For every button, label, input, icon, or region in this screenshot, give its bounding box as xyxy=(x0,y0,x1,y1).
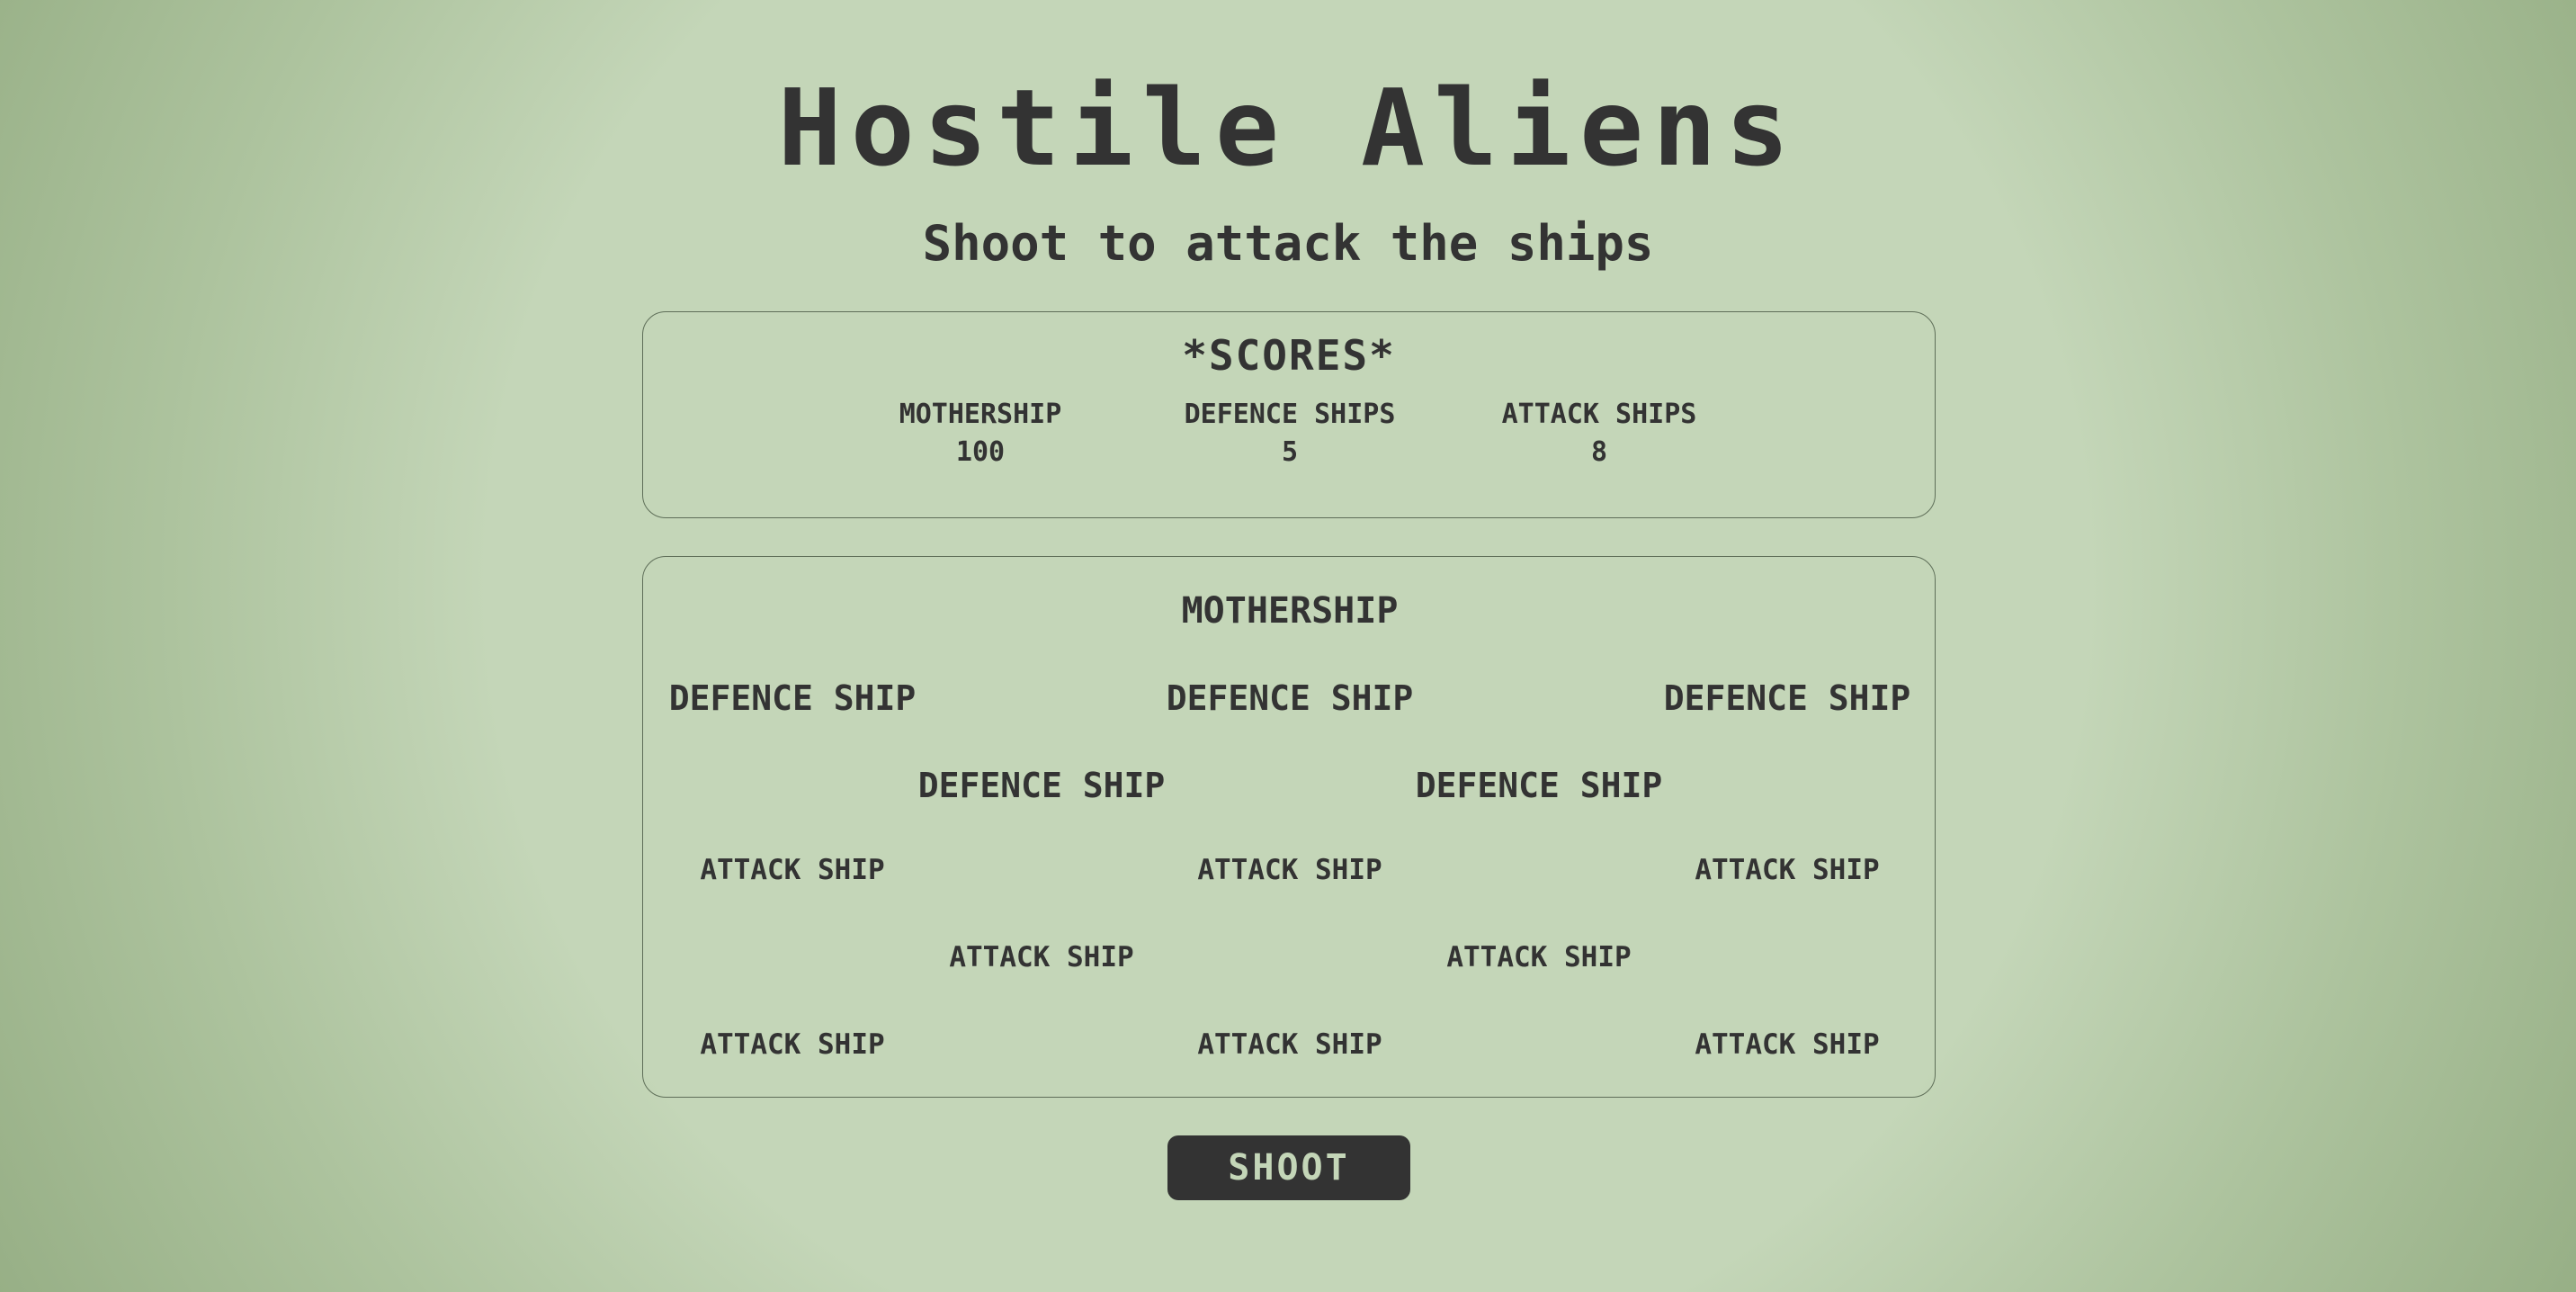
defence-ship[interactable]: DEFENCE SHIP xyxy=(918,766,1166,805)
defence-ship[interactable]: DEFENCE SHIP xyxy=(669,678,917,718)
defence-ship[interactable]: DEFENCE SHIP xyxy=(1167,678,1414,718)
attack-ship[interactable]: ATTACK SHIP xyxy=(1197,1028,1382,1061)
score-value: 5 xyxy=(1281,436,1299,468)
score-attack-ships: ATTACK SHIPS 8 xyxy=(1464,397,1734,472)
defence-ship[interactable]: DEFENCE SHIP xyxy=(1664,678,1911,718)
ships-panel: MOTHERSHIP DEFENCE SHIP DEFENCE SHIP DEF… xyxy=(642,556,1936,1098)
mothership[interactable]: MOTHERSHIP xyxy=(1182,590,1399,632)
score-value: 100 xyxy=(955,436,1006,468)
game-title: Hostile Aliens xyxy=(777,66,1799,190)
attack-ship[interactable]: ATTACK SHIP xyxy=(1695,854,1879,886)
defence-ship[interactable]: DEFENCE SHIP xyxy=(1416,766,1663,805)
attack-ship[interactable]: ATTACK SHIP xyxy=(700,854,884,886)
attack-ship[interactable]: ATTACK SHIP xyxy=(1446,941,1631,973)
score-mothership: MOTHERSHIP 100 xyxy=(845,397,1115,472)
score-label: MOTHERSHIP xyxy=(899,399,1062,430)
attack-ship[interactable]: ATTACK SHIP xyxy=(1695,1028,1879,1061)
scores-title: *SCORES* xyxy=(1182,331,1396,380)
attack-ship[interactable]: ATTACK SHIP xyxy=(1197,854,1382,886)
game-page: Hostile Aliens Shoot to attack the ships… xyxy=(0,0,2576,1292)
scores-panel: *SCORES* MOTHERSHIP 100 DEFENCE SHIPS 5 … xyxy=(642,311,1936,518)
score-defence-ships: DEFENCE SHIPS 5 xyxy=(1155,397,1425,472)
score-value: 8 xyxy=(1590,436,1608,468)
score-label: DEFENCE SHIPS xyxy=(1184,399,1396,430)
attack-ship[interactable]: ATTACK SHIP xyxy=(949,941,1133,973)
attack-ship[interactable]: ATTACK SHIP xyxy=(700,1028,884,1061)
score-label: ATTACK SHIPS xyxy=(1501,399,1697,430)
shoot-button[interactable]: SHOOT xyxy=(1167,1135,1410,1200)
game-subtitle: Shoot to attack the ships xyxy=(922,215,1654,272)
